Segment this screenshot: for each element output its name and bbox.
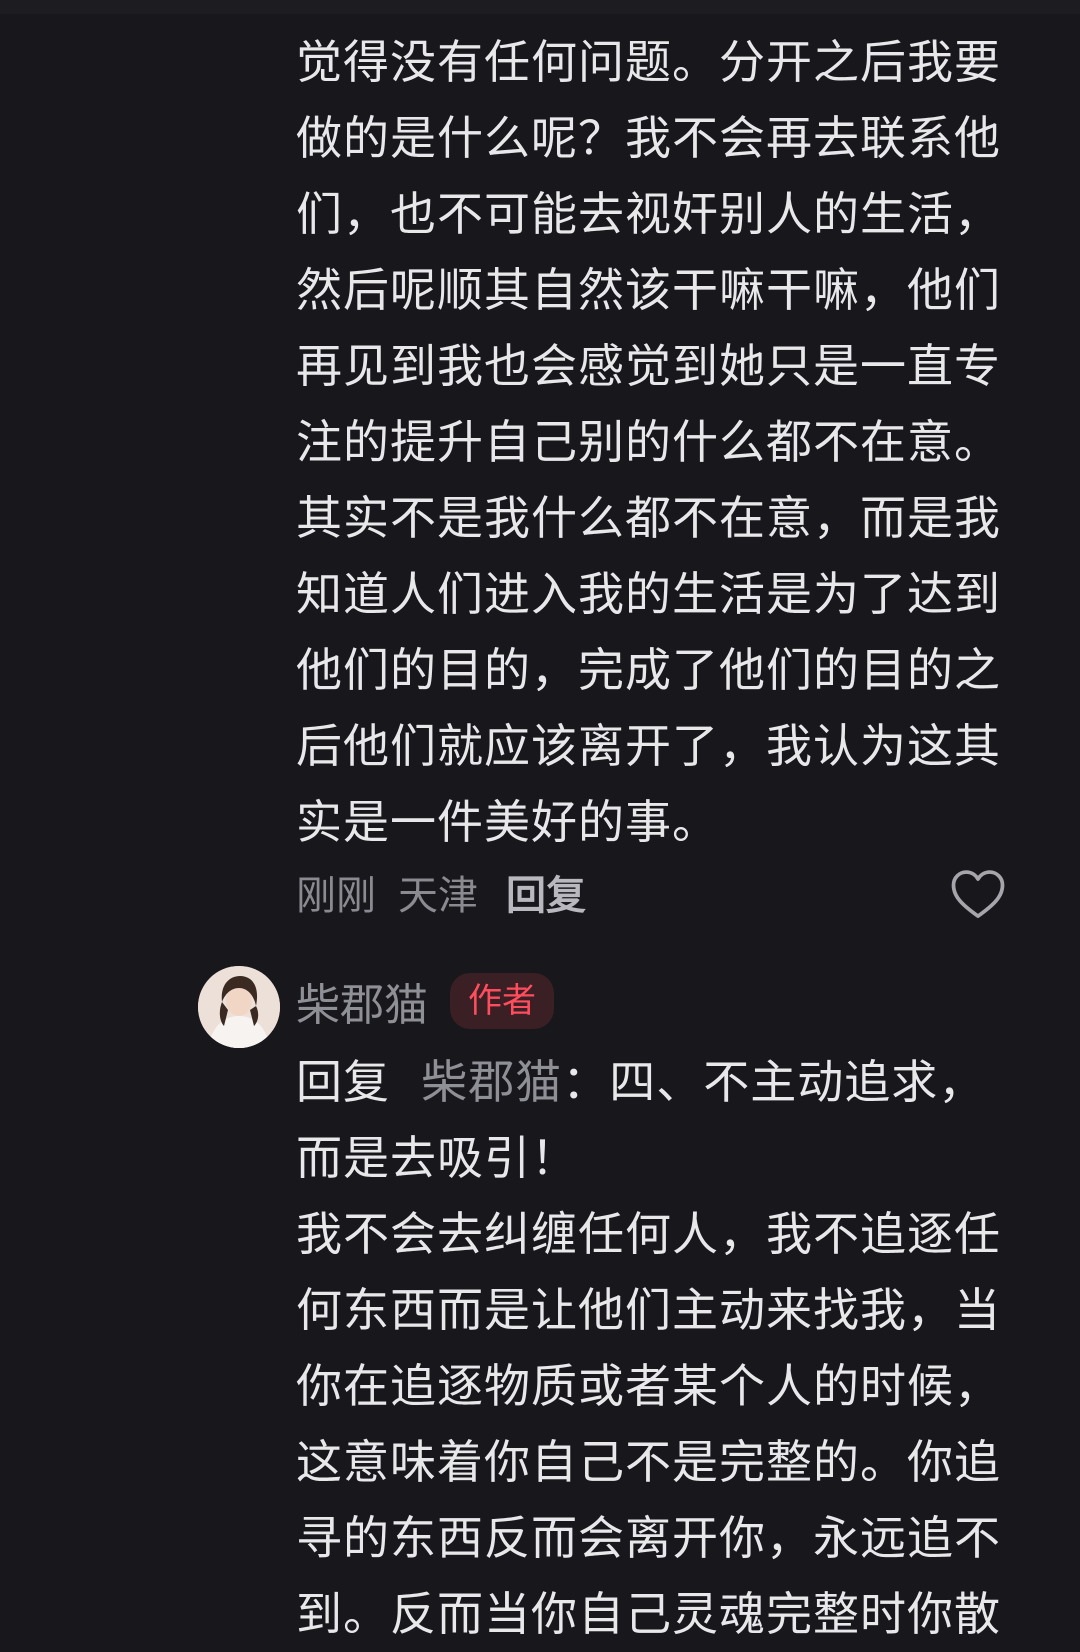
avatar-image [198, 966, 280, 1048]
comment-text-rest: 我不会去纠缠任何人，我不追逐任何东西而是让他们主动来找我，当你在追逐物质或者某个… [296, 1207, 1001, 1641]
user-avatar[interactable] [198, 966, 280, 1048]
reply-colon: ： [562, 1055, 610, 1109]
top-edge [0, 0, 1080, 14]
author-row: 柴郡猫 作者 [296, 966, 554, 1036]
reply-prefix: 回复 [296, 1055, 390, 1109]
comment-body: 觉得没有任何问题。分开之后我要做的是什么呢？我不会再去联系他们，也不可能去视奸别… [296, 35, 1001, 849]
reply-button[interactable]: 回复 [506, 863, 586, 921]
like-button[interactable] [950, 868, 1006, 920]
author-name[interactable]: 柴郡猫 [296, 969, 428, 1033]
comment-time: 刚刚 [296, 873, 376, 919]
comment-location: 天津 [398, 873, 478, 919]
comment-body: 回复 柴郡猫：四、不主动追求，而是去吸引！ 我不会去纠缠任何人，我不追逐任何东西… [296, 1044, 1016, 1652]
comment-text-main: 四、不主动追求，而是去吸引！ [296, 1055, 986, 1185]
comment-meta: 刚刚 天津 回复 [296, 862, 586, 922]
author-badge: 作者 [450, 973, 554, 1029]
reply-target-user[interactable]: 柴郡猫 [421, 1055, 562, 1109]
heart-outline-icon [951, 870, 1005, 919]
